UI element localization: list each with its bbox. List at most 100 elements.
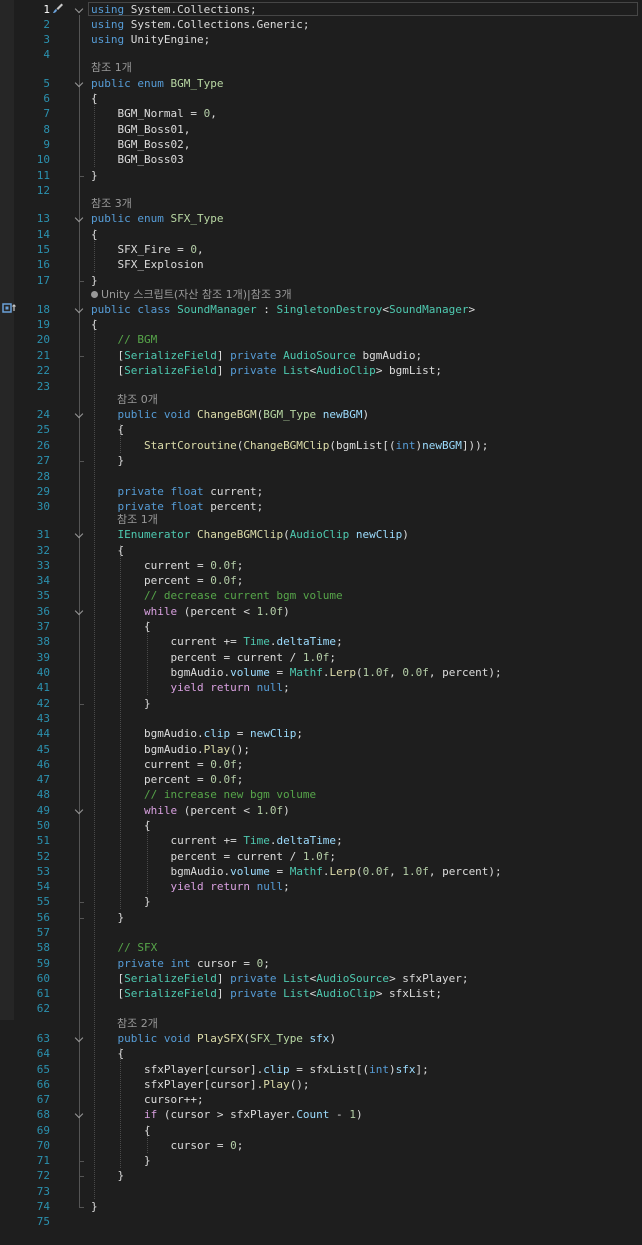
- line-number[interactable]: 64: [24, 1047, 50, 1061]
- code-line[interactable]: [SerializeField] private List<AudioClip>…: [91, 364, 442, 378]
- line-number[interactable]: 31: [24, 528, 50, 542]
- code-line[interactable]: {: [91, 620, 151, 634]
- line-number[interactable]: 56: [24, 911, 50, 925]
- line-number[interactable]: 36: [24, 605, 50, 619]
- line-number[interactable]: 7: [24, 107, 50, 121]
- line-number[interactable]: 5: [24, 77, 50, 91]
- code-line[interactable]: [SerializeField] private List<AudioSourc…: [91, 972, 468, 986]
- code-line[interactable]: if (cursor > sfxPlayer.Count - 1): [91, 1108, 363, 1122]
- codelens-sound-manager[interactable]: Unity 스크립트(자산 참조 1개)|참조 3개: [91, 288, 292, 302]
- line-number[interactable]: 25: [24, 423, 50, 437]
- chevron-down-icon[interactable]: [75, 530, 84, 539]
- line-number[interactable]: 16: [24, 258, 50, 272]
- codelens-sound-manager-label[interactable]: Unity 스크립트(자산 참조 1개)|참조 3개: [101, 288, 292, 301]
- line-number[interactable]: 59: [24, 957, 50, 971]
- line-number[interactable]: 12: [24, 184, 50, 198]
- code-line[interactable]: {: [91, 1124, 151, 1138]
- line-number[interactable]: 42: [24, 697, 50, 711]
- line-number[interactable]: 51: [24, 834, 50, 848]
- codelens-change-bgm[interactable]: 참조 0개: [117, 393, 158, 407]
- code-line[interactable]: percent = 0.0f;: [91, 773, 243, 787]
- line-number[interactable]: 45: [24, 743, 50, 757]
- line-number[interactable]: 53: [24, 865, 50, 879]
- code-line[interactable]: // increase new bgm volume: [91, 788, 316, 802]
- code-line[interactable]: percent = current / 1.0f;: [91, 850, 336, 864]
- code-line[interactable]: }: [91, 1200, 98, 1214]
- line-number[interactable]: 49: [24, 804, 50, 818]
- line-number[interactable]: 57: [24, 926, 50, 940]
- line-number[interactable]: 75: [24, 1215, 50, 1229]
- line-number[interactable]: 55: [24, 895, 50, 909]
- code-line[interactable]: public void PlaySFX(SFX_Type sfx): [91, 1032, 336, 1046]
- line-number[interactable]: 18: [24, 303, 50, 317]
- code-line[interactable]: }: [91, 1154, 151, 1168]
- code-line[interactable]: percent = current / 1.0f;: [91, 651, 336, 665]
- code-line[interactable]: percent = 0.0f;: [91, 574, 243, 588]
- line-number[interactable]: 29: [24, 485, 50, 499]
- code-line[interactable]: public enum BGM_Type: [91, 77, 223, 91]
- code-line[interactable]: {: [91, 423, 124, 437]
- code-line[interactable]: }: [91, 911, 124, 925]
- code-line[interactable]: bgmAudio.volume = Mathf.Lerp(0.0f, 1.0f,…: [91, 865, 501, 879]
- line-number[interactable]: 58: [24, 941, 50, 955]
- code-line[interactable]: {: [91, 544, 124, 558]
- chevron-down-icon[interactable]: [75, 214, 84, 223]
- code-line[interactable]: }: [91, 274, 98, 288]
- line-number[interactable]: 71: [24, 1154, 50, 1168]
- line-number[interactable]: 68: [24, 1108, 50, 1122]
- code-line[interactable]: // SFX: [91, 941, 157, 955]
- line-number[interactable]: 8: [24, 123, 50, 137]
- code-line[interactable]: while (percent < 1.0f): [91, 804, 290, 818]
- code-line[interactable]: cursor = 0;: [91, 1139, 243, 1153]
- code-line[interactable]: yield return null;: [91, 681, 289, 695]
- code-line[interactable]: {: [91, 228, 98, 242]
- code-line[interactable]: SFX_Explosion: [91, 258, 203, 272]
- line-number[interactable]: 69: [24, 1124, 50, 1138]
- code-line[interactable]: {: [91, 92, 98, 106]
- code-line[interactable]: using System.Collections;: [91, 3, 257, 17]
- line-number[interactable]: 67: [24, 1093, 50, 1107]
- code-line[interactable]: public enum SFX_Type: [91, 212, 223, 226]
- codelens-change-bgm-clip[interactable]: 참조 1개: [117, 513, 158, 527]
- line-number[interactable]: 28: [24, 470, 50, 484]
- line-number[interactable]: 35: [24, 589, 50, 603]
- line-number[interactable]: 43: [24, 712, 50, 726]
- line-number[interactable]: 33: [24, 559, 50, 573]
- code-line[interactable]: SFX_Fire = 0,: [91, 243, 203, 257]
- code-line[interactable]: current += Time.deltaTime;: [91, 834, 342, 848]
- code-line[interactable]: sfxPlayer[cursor].clip = sfxList[(int)sf…: [91, 1063, 429, 1077]
- line-number[interactable]: 44: [24, 727, 50, 741]
- codelens-play-sfx[interactable]: 참조 2개: [117, 1017, 158, 1031]
- code-line[interactable]: }: [91, 697, 151, 711]
- code-line[interactable]: }: [91, 454, 124, 468]
- line-number[interactable]: 1: [24, 3, 50, 17]
- chevron-down-icon[interactable]: [75, 806, 84, 815]
- code-line[interactable]: {: [91, 318, 98, 332]
- line-number[interactable]: 27: [24, 454, 50, 468]
- code-line[interactable]: BGM_Normal = 0,: [91, 107, 216, 121]
- line-number[interactable]: 21: [24, 349, 50, 363]
- line-number[interactable]: 70: [24, 1139, 50, 1153]
- code-line[interactable]: using System.Collections.Generic;: [91, 18, 310, 32]
- code-line[interactable]: [SerializeField] private AudioSource bgm…: [91, 349, 422, 363]
- code-line[interactable]: bgmAudio.volume = Mathf.Lerp(1.0f, 0.0f,…: [91, 666, 501, 680]
- line-number[interactable]: 34: [24, 574, 50, 588]
- codelens-sfx-type[interactable]: 참조 3개: [91, 197, 132, 211]
- code-line[interactable]: private int cursor = 0;: [91, 957, 269, 971]
- codelens-bgm-type[interactable]: 참조 1개: [91, 61, 132, 75]
- code-line[interactable]: }: [91, 1169, 124, 1183]
- chevron-down-icon[interactable]: [75, 305, 84, 314]
- line-number[interactable]: 48: [24, 788, 50, 802]
- line-number[interactable]: 62: [24, 1002, 50, 1016]
- line-number[interactable]: 4: [24, 48, 50, 62]
- chevron-down-icon[interactable]: [75, 1110, 84, 1119]
- line-number[interactable]: 54: [24, 880, 50, 894]
- code-line[interactable]: {: [91, 819, 151, 833]
- code-line[interactable]: current += Time.deltaTime;: [91, 635, 342, 649]
- code-line[interactable]: StartCoroutine(ChangeBGMClip(bgmList[(in…: [91, 439, 488, 453]
- line-number[interactable]: 2: [24, 18, 50, 32]
- code-line[interactable]: using UnityEngine;: [91, 33, 210, 47]
- line-number[interactable]: 9: [24, 138, 50, 152]
- code-line[interactable]: private float percent;: [91, 500, 263, 514]
- code-line[interactable]: bgmAudio.clip = newClip;: [91, 727, 303, 741]
